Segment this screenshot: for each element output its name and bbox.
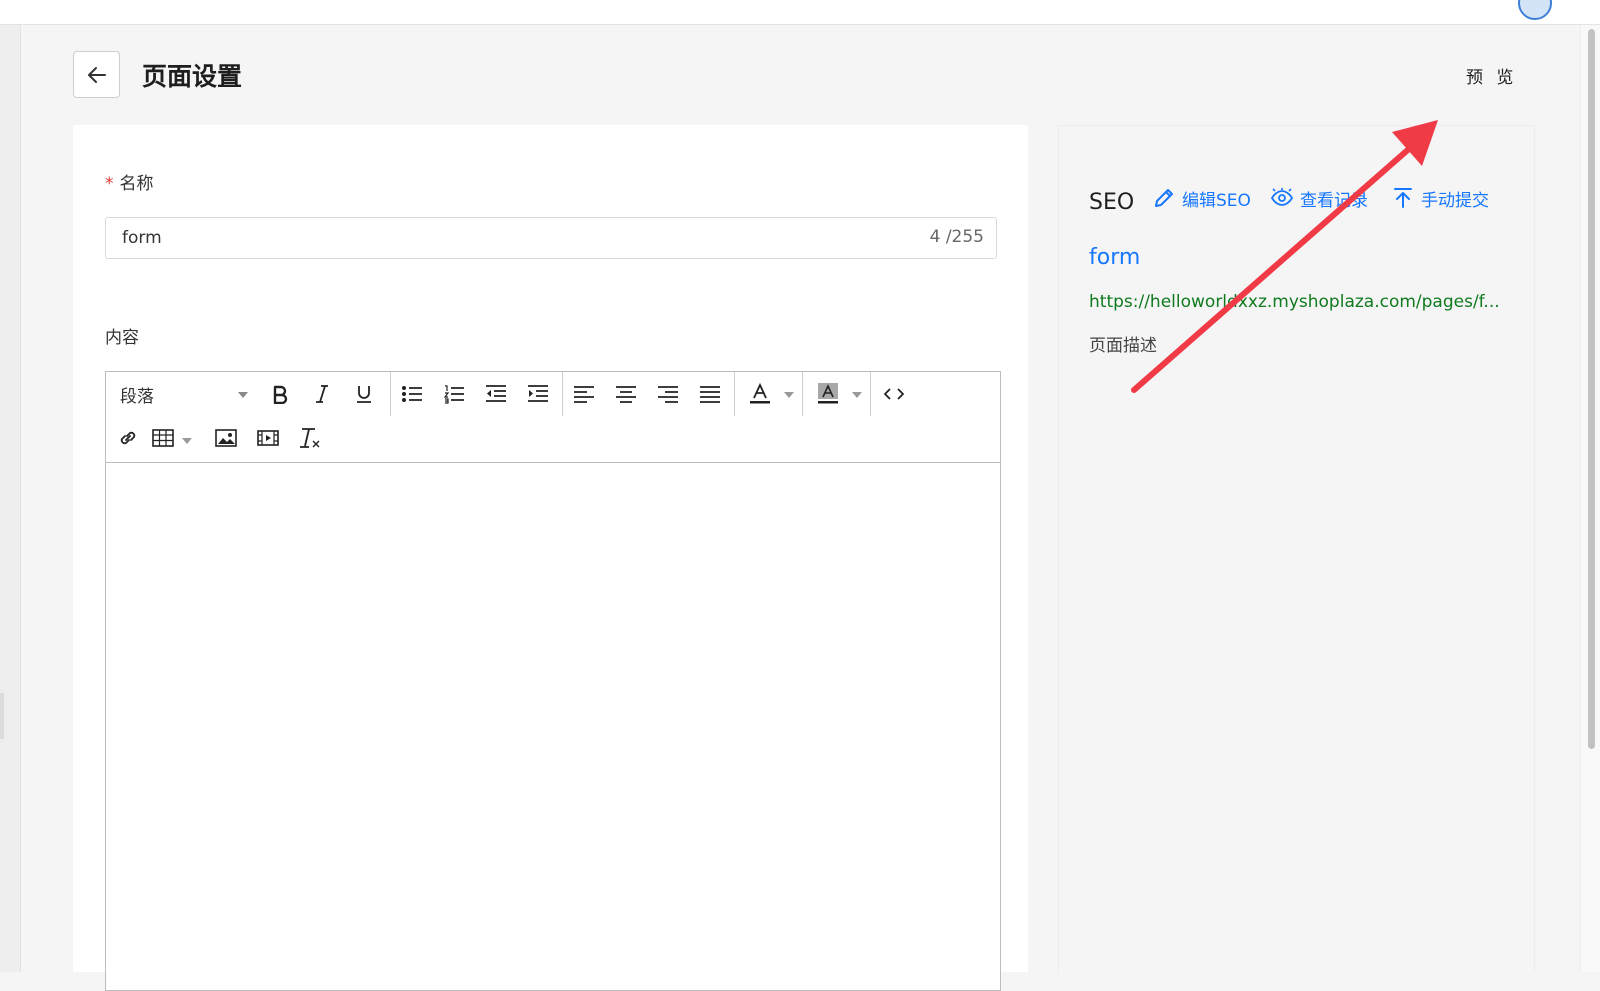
indent-button[interactable] [518, 376, 558, 412]
outdent-icon [486, 385, 506, 402]
page-form-card: *名称 4 /255 内容 段落 [73, 125, 1028, 991]
toolbar-separator [870, 372, 871, 416]
toolbar-row-1: 段落 [106, 372, 1000, 416]
code-view-icon [884, 388, 904, 400]
link-icon [120, 431, 136, 445]
numbered-list-icon [443, 385, 464, 404]
sidebar-collapse-handle[interactable] [0, 693, 4, 739]
required-mark: * [105, 174, 114, 194]
align-justify-button[interactable] [690, 376, 730, 412]
align-center-icon [616, 386, 636, 403]
insert-link-button[interactable] [110, 420, 146, 456]
user-avatar[interactable] [1518, 0, 1552, 20]
view-records-button[interactable]: 查看记录 [1271, 184, 1368, 212]
align-right-icon [658, 386, 678, 403]
insert-image-button[interactable] [206, 420, 246, 456]
clear-format-button[interactable] [290, 420, 330, 456]
pencil-icon [1155, 189, 1173, 207]
text-color-button[interactable] [738, 376, 782, 412]
seo-preview-url: https://helloworldxxz.myshoplaza.com/pag… [1089, 292, 1499, 312]
toolbar-separator [734, 372, 735, 416]
edit-seo-button[interactable]: 编辑SEO [1153, 184, 1251, 212]
text-color-icon [750, 383, 770, 404]
toolbar-separator [562, 372, 563, 416]
italic-icon [316, 385, 328, 403]
chevron-down-icon [238, 392, 248, 398]
eye-icon [1271, 188, 1293, 206]
bullet-list-button[interactable] [392, 376, 432, 412]
bold-button[interactable] [262, 376, 298, 412]
seo-preview-title[interactable]: form [1089, 245, 1140, 270]
content-field-label: 内容 [105, 328, 139, 348]
scrollbar-thumb[interactable] [1588, 29, 1595, 749]
arrow-left-icon [87, 66, 106, 83]
left-sidebar-edge [0, 25, 21, 972]
toolbar-separator [802, 372, 803, 416]
align-justify-icon [700, 386, 720, 403]
chevron-down-icon[interactable] [784, 392, 794, 398]
name-char-count: 4 /255 [929, 227, 984, 247]
edit-seo-label: 编辑SEO [1182, 190, 1251, 211]
editor-toolbar: 段落 [106, 372, 1000, 463]
name-field-label: * 名称 [105, 169, 154, 194]
paragraph-format-select[interactable]: 段落 [110, 376, 252, 412]
chevron-down-icon[interactable] [852, 392, 862, 398]
rich-text-editor: 段落 [105, 371, 1001, 991]
preview-button[interactable]: 预 览 [1466, 63, 1517, 88]
align-left-button[interactable] [564, 376, 604, 412]
clear-format-icon [300, 428, 320, 448]
chevron-down-icon[interactable] [182, 438, 192, 444]
seo-heading: SEO [1089, 190, 1135, 215]
paragraph-format-label: 段落 [120, 386, 154, 407]
underline-button[interactable] [346, 376, 382, 412]
indent-icon [528, 385, 548, 402]
align-center-button[interactable] [606, 376, 646, 412]
toolbar-separator [390, 372, 391, 416]
bullet-list-icon [402, 386, 422, 402]
insert-video-button[interactable] [248, 420, 288, 456]
top-bar [0, 0, 1600, 25]
editor-content-area[interactable] [106, 463, 1000, 990]
background-color-button[interactable] [806, 376, 850, 412]
manual-submit-button[interactable]: 手动提交 [1392, 184, 1489, 212]
video-icon [257, 430, 279, 446]
manual-submit-label: 手动提交 [1421, 190, 1489, 211]
underline-icon [357, 386, 371, 403]
bold-icon [273, 385, 288, 404]
numbered-list-button[interactable] [434, 376, 474, 412]
name-label-text: 名称 [119, 174, 154, 194]
view-records-label: 查看记录 [1300, 190, 1368, 211]
toolbar-row-2 [106, 416, 366, 460]
italic-button[interactable] [304, 376, 340, 412]
back-button[interactable] [73, 51, 120, 98]
outdent-button[interactable] [476, 376, 516, 412]
page-scrollbar[interactable] [1580, 25, 1600, 972]
table-icon [152, 429, 174, 447]
seo-preview-description: 页面描述 [1089, 336, 1157, 356]
page-title: 页面设置 [142, 62, 243, 91]
align-left-icon [574, 386, 594, 403]
align-right-button[interactable] [648, 376, 688, 412]
name-input[interactable] [105, 217, 997, 259]
code-view-button[interactable] [874, 376, 914, 412]
image-icon [215, 429, 237, 447]
upload-arrow-icon [1394, 188, 1412, 208]
seo-panel: SEO 编辑SEO 查看记录 手动提交 form https://hellowo… [1058, 125, 1535, 973]
background-color-icon [818, 383, 838, 404]
